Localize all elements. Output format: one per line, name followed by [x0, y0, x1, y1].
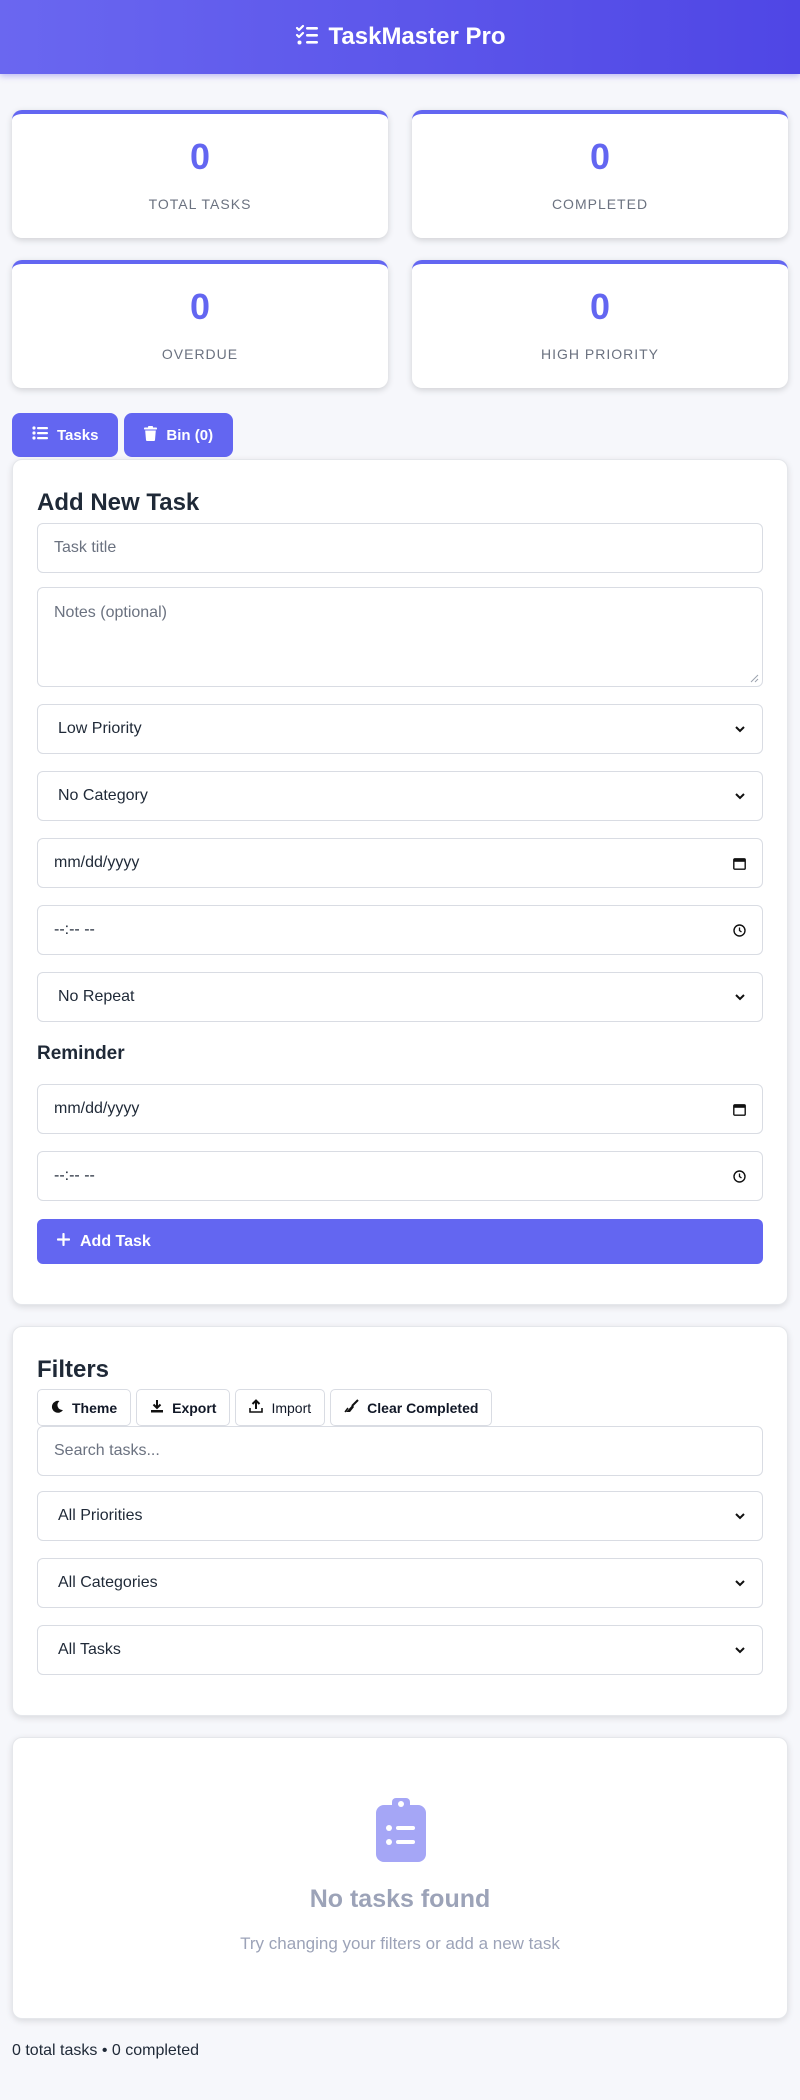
view-tabs: Tasks Bin (0): [12, 413, 234, 457]
header-brand: TaskMaster Pro: [295, 23, 506, 51]
filters-heading: Filters: [37, 1356, 110, 1383]
status-filter-select[interactable]: All Tasks: [37, 1625, 763, 1675]
add-task-button[interactable]: Add Task: [37, 1219, 763, 1264]
priority-filter-select[interactable]: All Priorities: [37, 1491, 763, 1541]
stat-card-high-priority: 0 HIGH PRIORITY: [412, 260, 788, 388]
chevron-down-icon: [735, 1580, 745, 1587]
clock-icon[interactable]: [733, 1169, 746, 1183]
category-select[interactable]: No Category: [37, 771, 763, 821]
import-button-label: Import: [271, 1399, 312, 1416]
theme-button[interactable]: Theme: [37, 1389, 132, 1426]
priority-select[interactable]: Low Priority: [37, 704, 763, 754]
priority-filter-value: All Priorities: [58, 1507, 143, 1524]
tab-bin-label: Bin (0): [166, 426, 214, 444]
due-time-value: --:-- --: [54, 921, 95, 938]
upload-icon: [249, 1399, 264, 1416]
clear-completed-button[interactable]: Clear Completed: [330, 1389, 493, 1426]
empty-state-title: No tasks found: [309, 1885, 491, 1913]
repeat-select-value: No Repeat: [58, 988, 135, 1005]
resize-handle-icon[interactable]: [750, 674, 759, 683]
reminder-heading: Reminder: [37, 1043, 125, 1064]
task-title-input[interactable]: Task title: [37, 523, 763, 573]
clock-icon[interactable]: [733, 923, 746, 937]
add-task-heading: Add New Task: [37, 489, 200, 516]
stat-label: TOTAL TASKS: [148, 196, 252, 212]
app-header: TaskMaster Pro: [0, 0, 800, 74]
filters-panel: Filters Theme Export Import Clear Comple…: [12, 1326, 788, 1716]
category-filter-value: All Categories: [58, 1574, 158, 1591]
task-list-panel: No tasks found Try changing your filters…: [12, 1737, 788, 2019]
stat-label: COMPLETED: [551, 196, 649, 212]
category-filter-select[interactable]: All Categories: [37, 1558, 763, 1608]
due-date-input[interactable]: mm/dd/yyyy: [37, 838, 763, 888]
stat-value: 0: [589, 136, 611, 177]
add-task-panel: Add New Task Task title Notes (optional)…: [12, 459, 788, 1305]
import-button[interactable]: Import: [235, 1389, 326, 1426]
chevron-down-icon: [735, 994, 745, 1001]
priority-select-value: Low Priority: [58, 720, 142, 737]
status-filter-value: All Tasks: [58, 1641, 121, 1658]
task-title-placeholder: Task title: [54, 539, 117, 556]
plus-icon: [56, 1232, 71, 1251]
reminder-date-input[interactable]: mm/dd/yyyy: [37, 1084, 763, 1134]
clipboard-list-icon: [376, 1798, 426, 1867]
search-input[interactable]: Search tasks...: [37, 1426, 763, 1476]
task-notes-placeholder: Notes (optional): [54, 604, 167, 621]
stat-label: OVERDUE: [161, 346, 239, 362]
category-select-value: No Category: [58, 787, 148, 804]
reminder-date-value: mm/dd/yyyy: [54, 1100, 140, 1117]
theme-button-label: Theme: [72, 1399, 118, 1416]
stats-grid: 0 TOTAL TASKS 0 COMPLETED 0 OVERDUE 0 HI…: [12, 110, 788, 388]
chevron-down-icon: [735, 793, 745, 800]
export-button-label: Export: [172, 1399, 217, 1416]
stat-value: 0: [189, 136, 211, 177]
chevron-down-icon: [735, 1647, 745, 1654]
chevron-down-icon: [735, 1513, 745, 1520]
reminder-time-value: --:-- --: [54, 1167, 95, 1184]
stat-card-completed: 0 COMPLETED: [412, 110, 788, 238]
app-title: TaskMaster Pro: [328, 23, 506, 50]
due-date-value: mm/dd/yyyy: [54, 854, 140, 871]
clear-completed-button-label: Clear Completed: [367, 1399, 479, 1416]
list-icon: [32, 426, 48, 444]
add-task-button-label: Add Task: [80, 1232, 151, 1250]
stat-card-overdue: 0 OVERDUE: [12, 260, 388, 388]
chevron-down-icon: [735, 726, 745, 733]
stat-value: 0: [189, 286, 211, 327]
task-summary: 0 total tasks • 0 completed: [12, 2042, 200, 2059]
tab-bin[interactable]: Bin (0): [124, 413, 234, 457]
due-time-input[interactable]: --:-- --: [37, 905, 763, 955]
moon-icon: [51, 1400, 64, 1416]
tab-tasks[interactable]: Tasks: [12, 413, 119, 457]
task-list-icon: [295, 24, 319, 51]
export-button[interactable]: Export: [136, 1389, 231, 1426]
search-placeholder: Search tasks...: [54, 1442, 160, 1459]
tab-tasks-label: Tasks: [57, 426, 99, 444]
stat-label: HIGH PRIORITY: [540, 346, 659, 362]
filters-toolbar: Theme Export Import Clear Completed: [37, 1389, 493, 1426]
calendar-icon[interactable]: [733, 1103, 746, 1116]
broom-icon: [344, 1399, 359, 1416]
trash-icon: [144, 425, 158, 445]
empty-state-subtitle: Try changing your filters or add a new t…: [240, 1934, 560, 1953]
download-icon: [150, 1399, 164, 1416]
repeat-select[interactable]: No Repeat: [37, 972, 763, 1022]
stat-value: 0: [589, 286, 611, 327]
reminder-time-input[interactable]: --:-- --: [37, 1151, 763, 1201]
stat-card-total: 0 TOTAL TASKS: [12, 110, 388, 238]
task-notes-textarea[interactable]: Notes (optional): [37, 587, 763, 687]
calendar-icon[interactable]: [733, 857, 746, 870]
